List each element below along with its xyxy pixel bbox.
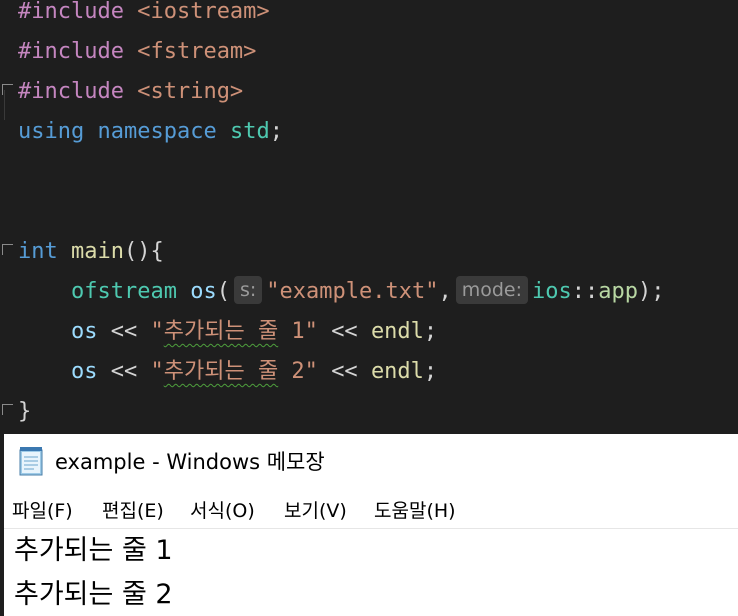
- fold-marker-icon[interactable]: [2, 244, 13, 255]
- stream-operator: <<: [331, 359, 358, 384]
- string-literal-squiggled: 추가되는 줄: [163, 359, 279, 384]
- member-app: app: [598, 279, 638, 304]
- text-area[interactable]: 추가되는 줄 1 추가되는 줄 2: [4, 529, 738, 616]
- quote: ": [150, 359, 164, 384]
- semicolon: ;: [423, 319, 438, 344]
- keyword-namespace: namespace: [97, 119, 217, 144]
- code-line-3: #include <string>: [18, 72, 243, 112]
- open-paren: (: [216, 279, 230, 304]
- code-line-output-1: os << "추가되는 줄 1" << endl;: [18, 312, 437, 352]
- semicolon: ;: [269, 119, 283, 144]
- code-line-output-2: os << "추가되는 줄 2" << endl;: [18, 352, 437, 392]
- window-title: example - Windows 메모장: [55, 450, 325, 474]
- variable-os: os: [70, 319, 98, 344]
- text-line-2: 추가되는 줄 2: [14, 579, 173, 610]
- menu-format[interactable]: 서식(O): [190, 498, 255, 524]
- code-line-1: #include <iostream>: [18, 0, 270, 32]
- window-titlebar[interactable]: example - Windows 메모장: [4, 434, 738, 488]
- namespace-name: std: [229, 119, 270, 144]
- notepad-window: example - Windows 메모장 파일(F) 편집(E) 서식(O) …: [4, 434, 738, 616]
- menu-help[interactable]: 도움말(H): [374, 498, 456, 524]
- comma: ,: [438, 279, 452, 304]
- keyword-using: using: [18, 119, 85, 144]
- endl: endl: [370, 359, 424, 384]
- string-literal: 2": [278, 359, 318, 384]
- type-ofstream: ofstream: [70, 279, 177, 304]
- code-editor[interactable]: #include <iostream> #include <fstream> #…: [0, 0, 738, 434]
- string-literal: "example.txt": [266, 279, 439, 304]
- close-paren: );: [638, 279, 665, 304]
- menu-bar: 파일(F) 편집(E) 서식(O) 보기(V) 도움말(H): [4, 492, 738, 529]
- stream-operator: <<: [331, 319, 358, 344]
- namespace-ios: ios: [532, 279, 572, 304]
- semicolon: ;: [423, 359, 438, 384]
- notepad-icon: [19, 447, 43, 476]
- preprocessor-directive: #include: [18, 0, 124, 24]
- text-line-1: 추가되는 줄 1: [14, 535, 173, 566]
- parameter-hint: s:: [233, 276, 263, 304]
- menu-edit[interactable]: 편집(E): [102, 498, 164, 524]
- preprocessor-directive: #include: [18, 79, 124, 104]
- code-line-2: #include <fstream>: [18, 32, 256, 72]
- fold-marker-icon[interactable]: [2, 84, 13, 95]
- stream-operator: <<: [110, 359, 138, 384]
- string-literal: 1": [278, 319, 318, 344]
- include-header: <fstream>: [137, 39, 257, 64]
- menu-file[interactable]: 파일(F): [12, 498, 73, 524]
- stream-operator: <<: [110, 319, 138, 344]
- code-line-4: using namespace std;: [18, 112, 283, 152]
- parens: (){: [123, 239, 164, 264]
- variable-os: os: [70, 359, 98, 384]
- string-literal-squiggled: 추가되는 줄: [163, 319, 279, 344]
- function-name: main: [71, 239, 124, 264]
- endl: endl: [370, 319, 424, 344]
- preprocessor-directive: #include: [18, 39, 124, 64]
- close-brace: }: [18, 399, 32, 424]
- variable-os: os: [190, 279, 217, 304]
- parameter-hint: mode:: [455, 276, 528, 304]
- code-line-ofstream: ofstream os(s: "example.txt", mode: ios::ap…: [18, 272, 665, 312]
- code-line-close-brace: }: [18, 392, 31, 432]
- scope-operator: ::: [571, 279, 599, 304]
- include-header: <iostream>: [137, 0, 270, 24]
- fold-marker-icon[interactable]: [2, 404, 13, 415]
- keyword-int: int: [18, 239, 58, 264]
- menu-view[interactable]: 보기(V): [284, 498, 347, 524]
- code-line-main: int main(){: [18, 232, 164, 272]
- include-header: <string>: [137, 79, 244, 104]
- quote: ": [150, 319, 164, 344]
